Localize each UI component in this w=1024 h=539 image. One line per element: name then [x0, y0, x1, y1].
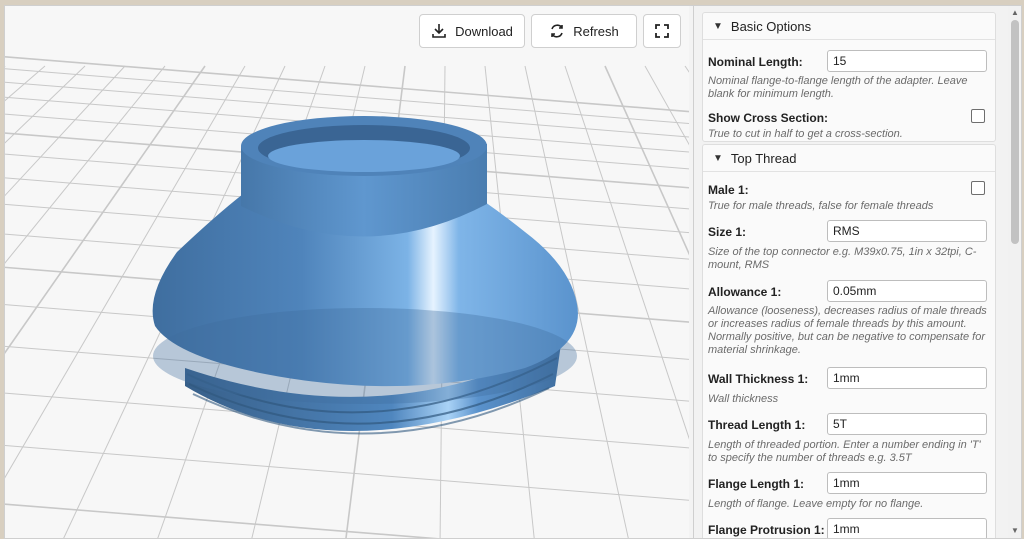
male-checkbox[interactable]: [971, 181, 985, 195]
basic-options-header[interactable]: ▼ Basic Options: [703, 13, 995, 40]
model-viewport[interactable]: Download Refresh: [5, 6, 689, 538]
fullscreen-button[interactable]: [643, 14, 681, 48]
refresh-button[interactable]: Refresh: [531, 14, 637, 48]
panel-scrollbar[interactable]: ▲ ▼: [1008, 6, 1021, 538]
wall-thickness-label: Wall Thickness 1:: [708, 372, 809, 386]
size-input[interactable]: RMS: [827, 220, 987, 242]
male-label: Male 1:: [708, 183, 749, 197]
wall-thickness-input[interactable]: 1mm: [827, 367, 987, 389]
download-icon: [431, 23, 447, 39]
parameters-panel[interactable]: ▼ Basic Options Nominal Length: 15 Nomin…: [693, 6, 1021, 538]
refresh-icon: [549, 23, 565, 39]
thread-length-input[interactable]: 5T: [827, 413, 987, 435]
fullscreen-icon: [655, 24, 669, 38]
flange-protrusion-input[interactable]: 1mm: [827, 518, 987, 538]
model-scene[interactable]: [5, 6, 689, 538]
wall-thickness-description: Wall thickness: [708, 393, 779, 405]
flange-length-input[interactable]: 1mm: [827, 472, 987, 494]
download-button[interactable]: Download: [419, 14, 525, 48]
nominal-length-description: Nominal flange-to-flange length of the a…: [708, 75, 968, 100]
adapter-model: [152, 116, 578, 435]
size-label: Size 1:: [708, 225, 747, 239]
scroll-down-icon[interactable]: ▼: [1011, 527, 1019, 535]
scrollbar-thumb[interactable]: [1011, 20, 1019, 244]
refresh-button-label: Refresh: [573, 23, 619, 39]
nominal-length-label: Nominal Length:: [708, 55, 803, 69]
scroll-up-icon[interactable]: ▲: [1011, 9, 1019, 17]
basic-options-section: ▼ Basic Options Nominal Length: 15 Nomin…: [702, 12, 996, 142]
allowance-description: Allowance (looseness), decreases radius …: [708, 305, 987, 356]
allowance-label: Allowance 1:: [708, 285, 782, 299]
triangle-down-icon: ▼: [713, 20, 723, 32]
male-description: True for male threads, false for female …: [708, 200, 934, 212]
flange-length-description: Length of flange. Leave empty for no fla…: [708, 498, 924, 510]
show-cross-section-description: True to cut in half to get a cross-secti…: [708, 128, 903, 140]
section-title: Top Thread: [730, 150, 797, 166]
section-title: Basic Options: [730, 18, 812, 34]
flange-length-label: Flange Length 1:: [708, 477, 804, 491]
download-button-label: Download: [455, 23, 513, 39]
show-cross-section-checkbox[interactable]: [971, 109, 985, 123]
nominal-length-input[interactable]: 15: [827, 50, 987, 72]
viewer-toolbar: Download Refresh: [419, 14, 681, 48]
thread-length-label: Thread Length 1:: [708, 418, 806, 432]
app-window: Download Refresh ▼ Basic Options Nominal…: [4, 5, 1022, 539]
flange-protrusion-label: Flange Protrusion 1:: [708, 523, 825, 537]
triangle-down-icon: ▼: [713, 152, 723, 164]
top-thread-section: ▼ Top Thread Male 1: True for male threa…: [702, 144, 996, 538]
thread-length-description: Length of threaded portion. Enter a numb…: [708, 439, 981, 464]
show-cross-section-label: Show Cross Section:: [708, 111, 829, 125]
top-thread-header[interactable]: ▼ Top Thread: [703, 145, 995, 172]
size-description: Size of the top connector e.g. M39x0.75,…: [708, 246, 977, 271]
allowance-input[interactable]: 0.05mm: [827, 280, 987, 302]
